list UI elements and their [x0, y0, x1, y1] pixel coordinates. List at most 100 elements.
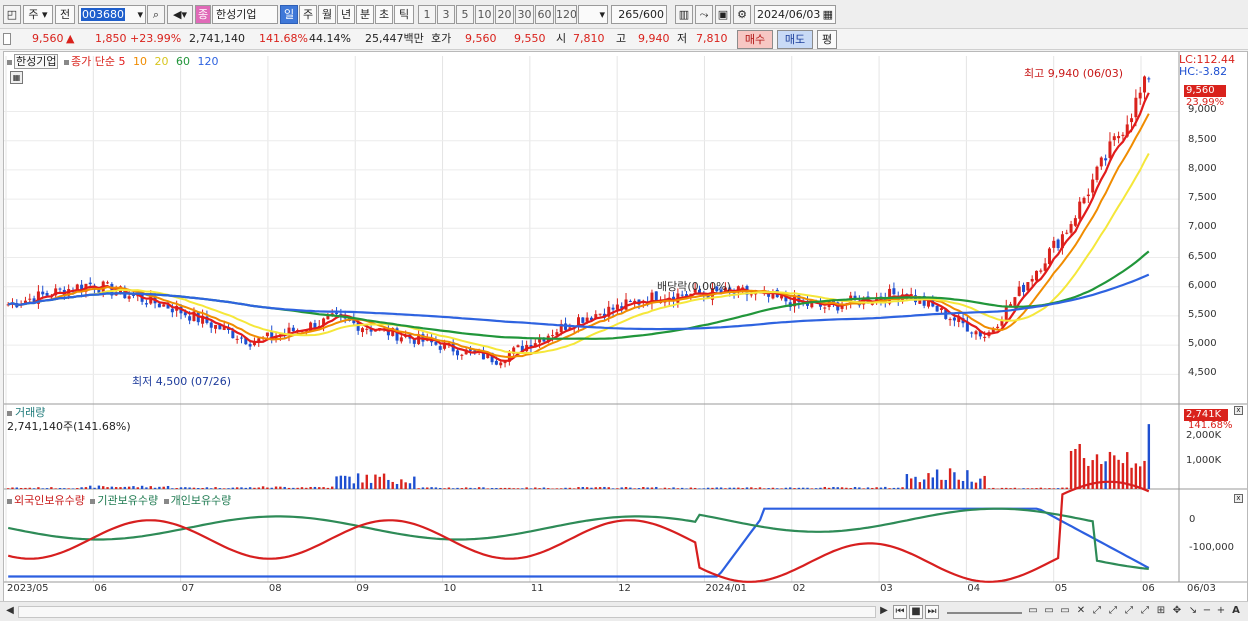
period-week[interactable]: 주 [299, 5, 317, 24]
chart-scrollbar[interactable]: ◀ ▶ ⏮ ■ ⏭ ▭ ▭ ▭ ✕ ⤢ ⤢ ⤢ ⤢ ⊞ ✥ ↘ − + A [0, 601, 1248, 621]
volume-bar [931, 477, 935, 489]
candle-body [974, 331, 978, 335]
period-year[interactable]: 년 [337, 5, 355, 24]
trend-icon-1[interactable]: ⤢ [1090, 605, 1104, 619]
minute-120[interactable]: 120 [555, 5, 577, 24]
minute-10[interactable]: 10 [475, 5, 494, 24]
count-total: /600 [639, 8, 664, 21]
scroll-track[interactable] [18, 606, 876, 618]
trend-icon-3[interactable]: ⤢ [1122, 605, 1136, 619]
first-page-icon[interactable]: ⏮ [893, 605, 907, 619]
crosshair-icon[interactable]: ✕ [1074, 605, 1088, 619]
close-pane-icon[interactable]: x [1234, 406, 1243, 415]
layout-icon-1[interactable]: ▭ [1026, 605, 1040, 619]
minute-1[interactable]: 1 [418, 5, 436, 24]
price-change-pct: +23.99% [130, 32, 182, 45]
minute-20[interactable]: 20 [495, 5, 514, 24]
minute-30[interactable]: 30 [515, 5, 534, 24]
scroll-left-icon[interactable]: ◀ [4, 605, 16, 619]
stock-code-input[interactable]: 003680 ▾ [78, 5, 146, 24]
minute-5[interactable]: 5 [456, 5, 474, 24]
volume-bar [693, 487, 697, 489]
count-field[interactable]: 265/600 [611, 5, 667, 24]
volume-bar [279, 486, 282, 489]
legend-square-icon [163, 498, 169, 504]
cursor-icon[interactable]: ↘ [1186, 605, 1200, 619]
volume-bar [983, 475, 986, 489]
hc-value: HC:-3.82 [1179, 65, 1228, 78]
volume-bar [503, 487, 507, 489]
price-axis-label: 9,000 [1188, 104, 1217, 116]
volume-bar [41, 488, 44, 489]
volume-bar [529, 488, 533, 489]
gear-icon[interactable]: ⚙ [733, 5, 751, 24]
stop-icon[interactable]: ■ [909, 605, 923, 619]
period-second[interactable]: 초 [375, 5, 393, 24]
volume-bar [581, 486, 585, 489]
volume-bar [231, 487, 235, 489]
code-dropdown-icon[interactable]: ▾ [137, 6, 143, 23]
grid-icon[interactable]: ⊞ [1154, 605, 1168, 619]
candle-body [1035, 270, 1038, 281]
pattern-icon[interactable]: ⤳ [695, 5, 713, 24]
volume-bar [793, 488, 796, 489]
layout-icon-3[interactable]: ▭ [1058, 605, 1072, 619]
candle-body [1056, 239, 1060, 249]
volume-bar [1000, 487, 1004, 489]
auto-scale-icon[interactable]: A [1229, 605, 1243, 619]
save-icon[interactable]: ▣ [715, 5, 731, 24]
minute-custom-select[interactable]: ▾ [578, 5, 608, 24]
stock-chart[interactable] [4, 52, 1247, 601]
candle-body [214, 324, 218, 329]
close-pane-icon[interactable]: x [1234, 494, 1243, 503]
volume-bar [93, 487, 96, 489]
period-minute[interactable]: 분 [356, 5, 374, 24]
quote-checkbox[interactable] [3, 33, 11, 45]
candle-body [291, 327, 295, 332]
candle-body [680, 294, 684, 296]
stock-name-field[interactable]: 한성기업 [212, 5, 278, 24]
trend-icon-2[interactable]: ⤢ [1106, 605, 1120, 619]
volume-bar [24, 487, 27, 489]
trend-icon-4[interactable]: ⤢ [1138, 605, 1152, 619]
zoom-in-icon[interactable]: + [1215, 605, 1227, 619]
minute-60[interactable]: 60 [535, 5, 554, 24]
volume-bar [136, 487, 139, 489]
window-icon[interactable]: ◰ [3, 5, 21, 24]
volume-bar [819, 487, 822, 489]
layout-icon-2[interactable]: ▭ [1042, 605, 1056, 619]
zoom-slider[interactable] [947, 608, 1022, 614]
open-price: 7,810 [573, 32, 605, 45]
eval-button[interactable]: 평 [817, 30, 837, 49]
period-tick[interactable]: 틱 [394, 5, 414, 24]
prev-button[interactable]: 전 [55, 5, 75, 24]
volume-bar [227, 488, 230, 489]
search-icon[interactable]: ⌕ [147, 5, 165, 24]
minute-3[interactable]: 3 [437, 5, 455, 24]
sell-button[interactable]: 매도 [777, 30, 813, 49]
period-day[interactable]: 일 [280, 5, 298, 24]
volume-bar [270, 487, 273, 489]
candle-body [1086, 194, 1090, 197]
candle-icon[interactable]: ▥ [675, 5, 693, 24]
volume-bar [1043, 488, 1047, 489]
calendar-icon[interactable]: ▦ [823, 6, 833, 23]
market-select[interactable]: 주 ▾ [23, 5, 53, 24]
x-axis-label: 03 [880, 583, 893, 594]
speaker-icon[interactable]: ◀▾ [167, 5, 193, 24]
candle-body [1108, 141, 1112, 158]
calculator-icon[interactable]: ▦ [10, 71, 23, 84]
last-page-icon[interactable]: ⏭ [925, 605, 939, 619]
zoom-out-icon[interactable]: − [1201, 605, 1213, 619]
volume-bar [672, 487, 675, 489]
scroll-right-icon[interactable]: ▶ [878, 605, 890, 619]
chart-area[interactable]: 한성기업 종가 단순 5 10 20 60 120 ▦ LC:112.44 HC… [3, 51, 1248, 602]
move-icon[interactable]: ✥ [1170, 605, 1184, 619]
volume-bar [343, 475, 347, 489]
high-annotation: 최고 9,940 (06/03) [1024, 67, 1124, 80]
candle-body [615, 304, 619, 310]
high-price: 9,940 [638, 32, 670, 45]
date-field[interactable]: 2024/06/03 ▦ [754, 5, 836, 24]
period-month[interactable]: 월 [318, 5, 336, 24]
buy-button[interactable]: 매수 [737, 30, 773, 49]
